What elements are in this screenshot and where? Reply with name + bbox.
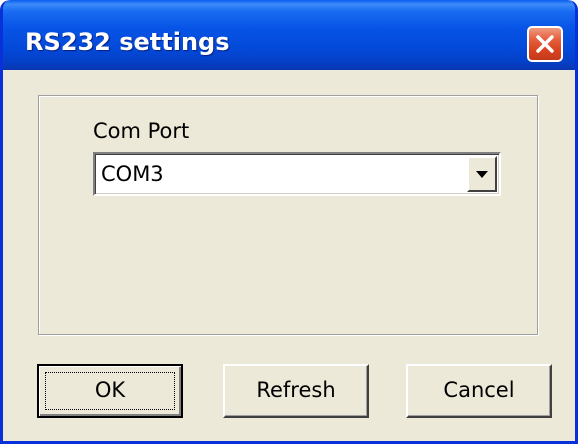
ok-button-label: OK [94, 378, 126, 402]
com-port-value: COM3 [101, 162, 164, 186]
close-button[interactable] [527, 26, 563, 62]
window-title: RS232 settings [25, 28, 230, 56]
cancel-button[interactable]: Cancel [406, 364, 552, 418]
com-port-label: Com Port [93, 119, 190, 143]
com-port-dropdown-button[interactable] [467, 156, 497, 192]
close-icon [536, 35, 554, 53]
cancel-button-label: Cancel [443, 378, 515, 402]
refresh-button[interactable]: Refresh [223, 364, 369, 418]
com-port-select[interactable]: COM3 [93, 152, 501, 196]
title-bar[interactable]: RS232 settings [3, 0, 575, 70]
chevron-down-icon [476, 171, 488, 178]
ok-button[interactable]: OK [37, 364, 183, 418]
refresh-button-label: Refresh [256, 378, 336, 402]
dialog-window: RS232 settings Com Port COM3 OK Refresh … [0, 0, 578, 444]
